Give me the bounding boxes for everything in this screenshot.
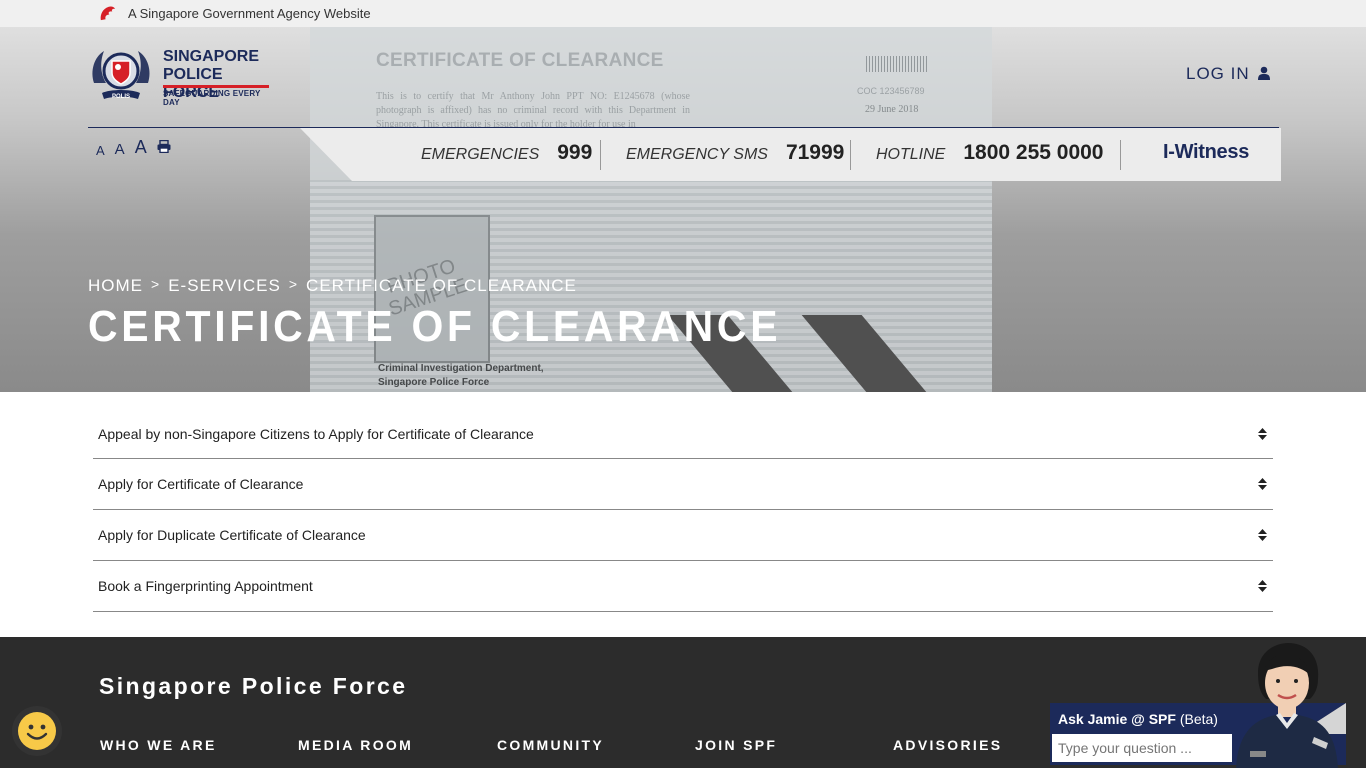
services-accordion: Appeal by non-Singapore Citizens to Appl…: [93, 409, 1273, 612]
breadcrumb-current: CERTIFICATE OF CLEARANCE: [306, 276, 577, 295]
sort-toggle-icon: [1258, 529, 1267, 541]
breadcrumb-eservices[interactable]: E-SERVICES: [168, 276, 281, 296]
logo-title-line1: SINGAPORE: [163, 48, 260, 65]
login-label: LOG IN: [1186, 64, 1250, 83]
hotline-emergency-sms[interactable]: EMERGENCY SMS 71999: [626, 141, 844, 165]
sample-ref: COC 123456789: [857, 86, 925, 96]
hotline-emergencies[interactable]: EMERGENCIES 999: [421, 141, 592, 165]
login-button[interactable]: LOG IN: [1186, 64, 1271, 84]
footer-nav-join-spf[interactable]: JOIN SPF: [695, 737, 777, 753]
user-icon: [1258, 66, 1271, 80]
iwitness-link[interactable]: I-Witness: [1163, 141, 1249, 164]
font-large-button[interactable]: A: [135, 137, 147, 158]
sample-date: 29 June 2018: [865, 104, 919, 115]
font-medium-button[interactable]: A: [115, 141, 125, 158]
footer-nav-who-we-are[interactable]: WHO WE ARE: [100, 737, 217, 753]
gov-agency-bar: A Singapore Government Agency Website: [0, 0, 1366, 27]
footer-nav-advisories[interactable]: ADVISORIES: [893, 737, 1002, 753]
page-title: CERTIFICATE OF CLEARANCE: [88, 302, 782, 351]
spf-logo[interactable]: POLIS SINGAPORE POLICE FORCE SAFEGUARDIN…: [88, 43, 273, 107]
footer-nav-media-room[interactable]: MEDIA ROOM: [298, 737, 413, 753]
feedback-button[interactable]: [12, 706, 62, 756]
police-crest-icon: POLIS: [92, 51, 150, 100]
sort-toggle-icon: [1258, 427, 1267, 440]
accordion-item-apply[interactable]: Apply for Certificate of Clearance: [93, 459, 1273, 510]
hotline-separator: [850, 140, 851, 170]
breadcrumb-separator: >: [151, 276, 161, 292]
hero-banner: CERTIFICATE OF CLEARANCE This is to cert…: [0, 0, 1366, 392]
sort-toggle-icon: [1258, 580, 1267, 592]
footer-title: Singapore Police Force: [99, 673, 408, 699]
sort-toggle-icon: [1258, 478, 1267, 490]
footer-nav-community[interactable]: COMMUNITY: [497, 737, 604, 753]
print-button[interactable]: [157, 139, 171, 158]
breadcrumb-separator: >: [288, 276, 299, 292]
hotline-separator: [1120, 140, 1121, 170]
accordion-item-duplicate[interactable]: Apply for Duplicate Certificate of Clear…: [93, 510, 1273, 561]
header-divider: [88, 127, 1279, 128]
hotline-general[interactable]: HOTLINE 1800 255 0000: [876, 141, 1103, 165]
font-small-button[interactable]: A: [96, 143, 105, 158]
barcode: [866, 56, 928, 72]
smiley-face-icon: [18, 712, 56, 750]
hotline-separator: [600, 140, 601, 170]
font-size-tools: A A A: [96, 137, 171, 158]
print-icon: [157, 139, 171, 154]
breadcrumb: HOME > E-SERVICES > CERTIFICATE OF CLEAR…: [88, 276, 577, 296]
svg-text:POLIS: POLIS: [112, 94, 130, 100]
jamie-avatar-icon: [1236, 643, 1338, 768]
sample-department: Criminal Investigation Department, Singa…: [378, 363, 544, 388]
merlion-lion-icon: [100, 6, 116, 21]
ask-jamie-input[interactable]: [1052, 734, 1232, 762]
accordion-item-fingerprinting[interactable]: Book a Fingerprinting Appointment: [93, 561, 1273, 612]
sample-heading: CERTIFICATE OF CLEARANCE: [376, 50, 664, 71]
gov-agency-text: A Singapore Government Agency Website: [128, 6, 371, 21]
logo-tagline: SAFEGUARDING EVERY DAY: [163, 89, 261, 107]
accordion-item-appeal[interactable]: Appeal by non-Singapore Citizens to Appl…: [93, 409, 1273, 459]
ask-jamie-title: Ask Jamie @ SPF (Beta): [1058, 711, 1218, 727]
sample-text: This is to certify that Mr Anthony John …: [376, 91, 690, 130]
breadcrumb-home[interactable]: HOME: [88, 276, 143, 296]
